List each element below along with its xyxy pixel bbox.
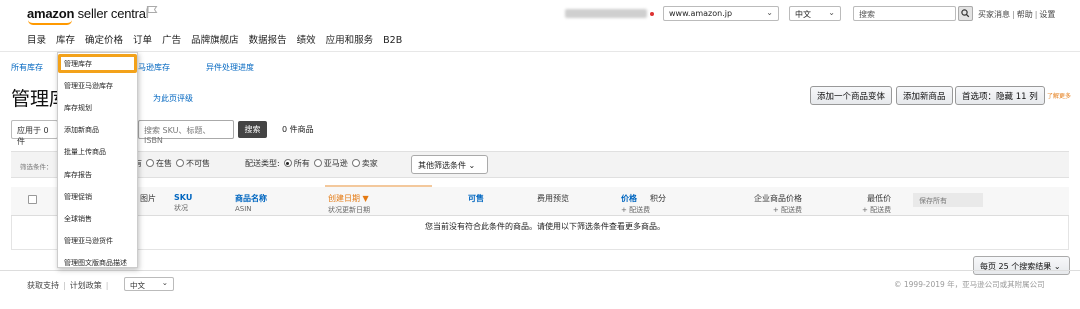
fulfillment-amazon-label: 亚马逊 [323,159,348,168]
help-link[interactable]: 帮助 [1017,10,1033,19]
support-link[interactable]: 获取支持 [27,281,59,290]
per-page-select[interactable]: 每页 25 个搜索结果 ⌄ [973,256,1070,275]
language-select[interactable]: 中文 ⌄ [789,6,841,21]
search-button[interactable]: 搜索 [238,121,267,138]
amazon-seller-central-logo[interactable]: amazon seller central [27,6,149,21]
menu-manage-a-plus-content[interactable]: 管理图文版商品描述 [64,258,127,268]
nav-apps-services[interactable]: 应用和服务 [326,32,374,46]
apply-to-select[interactable]: 应用于 0 件 [11,120,58,146]
col-price[interactable]: 价格 + 配送费 [621,193,650,215]
nav-pricing[interactable]: 确定价格 [85,32,123,46]
radio-fulfillment-merchant[interactable] [351,159,360,167]
status-filter: 有在售 不可售 [134,158,210,169]
nav-stores[interactable]: 品牌旗舰店 [191,32,239,46]
settings-link[interactable]: 设置 [1039,10,1055,19]
col-available[interactable]: 可售 [468,193,484,204]
result-count: 0 件商品 [282,125,314,134]
nav-reports[interactable]: 数据报告 [249,32,287,46]
fulfillment-merchant-label: 卖家 [361,159,378,168]
col-sku[interactable]: SKU 状况 [174,193,192,213]
sort-desc-icon: ▼ [362,194,369,203]
select-all-checkbox[interactable] [28,195,37,204]
highlight-box [58,54,137,73]
fulfillment-all-label: 所有 [293,159,310,168]
menu-add-product[interactable]: 添加新商品 [64,125,99,135]
add-variation-button[interactable]: 添加一个商品变体 [810,86,893,105]
chevron-down-icon: ⌄ [161,278,168,287]
search-icon [961,9,970,18]
tab-exception-progress[interactable]: 异件处理进度 [206,62,254,73]
messages-link[interactable]: 买家消息 [978,10,1010,19]
fulfillment-label: 配送类型: [245,159,280,168]
empty-message: 您当前没有符合此条件的商品。请使用以下筛选条件查看更多商品。 [425,222,665,231]
radio-on-sale[interactable] [146,159,154,167]
menu-inventory-reports[interactable]: 库存报告 [64,170,92,180]
header-search-button[interactable] [958,6,973,21]
col-product-name[interactable]: 商品名称 ASIN [235,193,267,213]
tab-all-inventory[interactable]: 所有库存 [11,62,43,73]
filter-label: 筛选条件： [20,163,53,171]
fulfillment-filter: 配送类型: 所有 亚马逊 卖家 [245,158,378,169]
copyright: © 1999-2019 年，亚马逊公司或其附属公司 [894,280,1045,289]
inventory-dropdown-menu: 管理库存 管理亚马逊库存 库存规划 添加新商品 批量上传商品 库存报告 管理促销… [57,52,138,268]
logo-smile-icon [28,20,72,25]
save-all-button[interactable]: 保存所有 [913,193,983,207]
nav-divider [0,51,1080,52]
radio-not-sellable[interactable] [176,159,184,167]
nav-performance[interactable]: 绩效 [297,32,316,46]
nav-catalog[interactable]: 目录 [27,32,46,46]
menu-manage-fba-shipments[interactable]: 管理亚马逊货件 [64,236,113,246]
col-created-date[interactable]: 创建日期 ▼ 状况更新日期 [328,193,370,215]
policy-link[interactable]: 计划政策 [70,281,102,290]
col-points: 积分 [650,194,666,203]
add-product-button[interactable]: 添加新商品 [896,86,953,105]
sku-search-input[interactable]: 搜索 SKU、标题、ISBN [138,120,234,145]
header-search-input[interactable]: 搜索 [853,6,956,21]
col-business-price: 企业商品价格 + 配送费 [754,194,802,214]
chevron-down-icon: ⌄ [468,161,476,170]
marketplace-select[interactable]: www.amazon.jp ⌄ [663,6,779,21]
menu-bulk-upload[interactable]: 批量上传商品 [64,147,106,157]
nav-advertising[interactable]: 广告 [162,32,181,46]
footer-divider [0,270,1080,271]
tab-fba-inventory[interactable]: 马逊库存 [138,62,170,73]
menu-manage-promotions[interactable]: 管理促销 [64,192,92,202]
status-on-sale-label: 在售 [156,159,172,168]
footer-language-select[interactable]: 中文 ⌄ [124,277,174,291]
status-not-sellable-label: 不可售 [186,159,210,168]
top-links: 买家消息 | 帮助 | 设置 [978,10,1056,19]
chevron-down-icon: ⌄ [828,8,835,17]
notification-dot [650,12,654,16]
chevron-down-icon: ⌄ [766,8,773,17]
radio-fulfillment-amazon[interactable] [313,159,322,167]
learn-more-link[interactable]: 了解更多 [1047,91,1071,100]
nav-inventory[interactable]: 库存 [56,32,75,46]
col-image: 图片 [140,194,156,203]
rate-page-link[interactable]: 为此页评级 [153,93,193,104]
col-fee-preview: 费用预览 [537,194,569,203]
menu-global-selling[interactable]: 全球销售 [64,214,92,224]
account-name-blurred [565,9,647,18]
menu-inventory-planning[interactable]: 库存规划 [64,103,92,113]
nav-b2b[interactable]: B2B [383,35,402,46]
preferences-button[interactable]: 首选项：隐藏 11 列 [955,86,1045,105]
main-nav: 目录 库存 确定价格 订单 广告 品牌旗舰店 数据报告 绩效 应用和服务 B2B [27,32,412,46]
flag-icon[interactable] [146,5,158,19]
radio-fulfillment-all[interactable] [283,159,292,167]
col-lowest-price: 最低价 + 配送费 [862,194,892,214]
more-filters-button[interactable]: 其他筛选条件 ⌄ [411,155,488,174]
nav-orders[interactable]: 订单 [133,32,152,46]
menu-manage-fba-inventory[interactable]: 管理亚马逊库存 [64,81,113,91]
footer-links: 获取支持 | 计划政策 | [27,281,109,290]
